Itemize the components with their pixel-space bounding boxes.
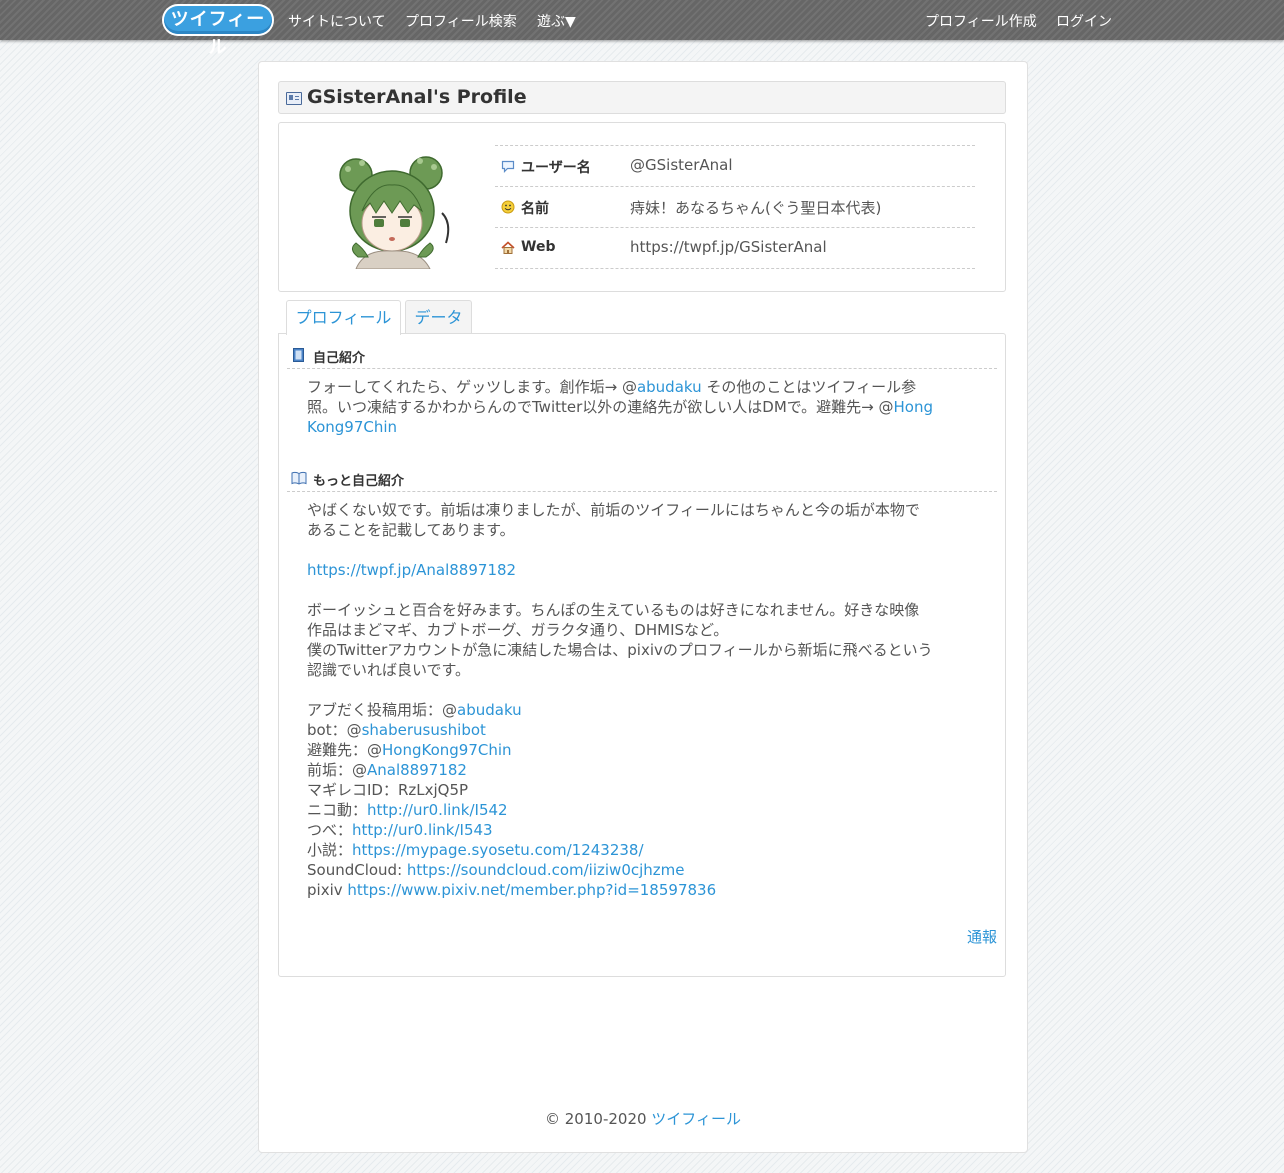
- text-line: 僕のTwitterアカウントが急に凍結した場合は、pixivのプロフィールから新…: [307, 640, 979, 660]
- inline-link[interactable]: https://mypage.syosetu.com/1243238/: [352, 841, 644, 859]
- top-navbar: ツイフィール サイトについて プロフィール検索 遊ぶ▼ プロフィール作成 ログイ…: [0, 0, 1284, 58]
- more-intro-heading: もっと自己紹介: [287, 465, 997, 492]
- intro-text: フォーしてくれたら、ゲッツします。創作垢→ @abudaku その他のことはツイ…: [307, 377, 979, 437]
- display-name: 痔妹！あなるちゃん(ぐう聖日本代表): [630, 199, 882, 217]
- tab-profile-label[interactable]: プロフィール: [296, 308, 392, 327]
- username-link[interactable]: @GSisterAnal: [630, 156, 733, 174]
- smiley-icon: [501, 200, 515, 214]
- text-segment: その他のことはツイフィール参: [701, 378, 917, 396]
- footer: © 2010-2020 ツイフィール: [259, 1108, 1027, 1129]
- footer-site-link[interactable]: ツイフィール: [651, 1110, 741, 1128]
- inline-link[interactable]: abudaku: [457, 701, 522, 719]
- inline-link[interactable]: shaberusushibot: [362, 721, 486, 739]
- text-line: [307, 580, 979, 600]
- inline-link[interactable]: Hong: [894, 398, 934, 416]
- text-line: 作品はまどマギ、カブトボーグ、ガラクタ通り、DHMISなど。: [307, 620, 979, 640]
- report-link[interactable]: 通報: [967, 926, 997, 947]
- inline-link[interactable]: abudaku: [637, 378, 702, 396]
- text-segment: フォーしてくれたら、ゲッツします。創作垢→ @: [307, 378, 637, 396]
- text-segment: つべ：: [307, 821, 353, 839]
- text-line: 認識でいれば良いです。: [307, 660, 979, 680]
- text-segment: マギレコID：RzLxjQ5P: [307, 781, 469, 799]
- text-line: [307, 540, 979, 560]
- text-line: SoundCloud: https://soundcloud.com/iiziw…: [307, 860, 979, 880]
- nav-play-dropdown[interactable]: 遊ぶ▼: [537, 11, 576, 31]
- text-segment: 避難先：@: [307, 741, 383, 759]
- more-intro-text: やばくない奴です。前垢は凍りましたが、前垢のツイフィールにはちゃんと今の垢が本物…: [307, 500, 979, 900]
- name-label: 名前: [521, 201, 549, 217]
- open-book-icon: [291, 471, 307, 485]
- text-segment: 認識でいれば良いです。: [307, 661, 471, 679]
- inline-link[interactable]: https://www.pixiv.net/member.php?id=1859…: [347, 881, 716, 899]
- inline-link[interactable]: https://soundcloud.com/iiziw0cjhzme: [407, 861, 685, 879]
- text-line: やばくない奴です。前垢は凍りましたが、前垢のツイフィールにはちゃんと今の垢が本物…: [307, 500, 979, 520]
- page-title: GSisterAnal's Profile: [307, 86, 527, 108]
- text-segment: 前垢：@: [307, 761, 368, 779]
- text-segment: アブだく投稿用垢：@: [307, 701, 458, 719]
- text-line: Kong97Chin: [307, 417, 979, 437]
- tab-profile[interactable]: プロフィール: [286, 300, 401, 335]
- text-line: フォーしてくれたら、ゲッツします。創作垢→ @abudaku その他のことはツイ…: [307, 377, 979, 397]
- nav-about-link[interactable]: サイトについて: [288, 11, 386, 31]
- profile-card-icon: [286, 92, 302, 105]
- text-line: 小説：https://mypage.syosetu.com/1243238/: [307, 840, 979, 860]
- intro-title: 自己紹介: [313, 351, 366, 366]
- speech-bubble-icon: [501, 160, 515, 173]
- inline-link[interactable]: Anal8897182: [367, 761, 467, 779]
- info-row-web: Web https://twpf.jp/GSisterAnal: [495, 228, 975, 269]
- inline-link[interactable]: HongKong97Chin: [382, 741, 512, 759]
- text-line: 照。いつ凍結するかわからんのでTwitter以外の連絡先が欲しい人はDMで。避難…: [307, 397, 979, 417]
- nav-search-link[interactable]: プロフィール検索: [405, 11, 517, 31]
- text-segment: あることを記載してあります。: [307, 521, 515, 539]
- info-row-name: 名前 痔妹！あなるちゃん(ぐう聖日本代表): [495, 187, 975, 228]
- text-segment: 小説：: [307, 841, 353, 859]
- text-line: ボーイッシュと百合を好みます。ちんぽの生えているものは好きになれません。好きな映…: [307, 600, 979, 620]
- text-segment: bot：@: [307, 721, 362, 739]
- nav-create-profile-link[interactable]: プロフィール作成: [925, 11, 1037, 31]
- username-label: ユーザー名: [521, 160, 591, 176]
- text-line: https://twpf.jp/Anal8897182: [307, 560, 979, 580]
- text-segment: ボーイッシュと百合を好みます。ちんぽの生えているものは好きになれません。好きな映…: [307, 601, 920, 619]
- profile-summary: ユーザー名 @GSisterAnal 名前 痔妹！あなるちゃん(ぐう聖日本代表): [278, 122, 1006, 292]
- web-label: Web: [521, 239, 556, 255]
- inline-link[interactable]: http://ur0.link/I543: [352, 821, 493, 839]
- text-line: ニコ動：http://ur0.link/I542: [307, 800, 979, 820]
- profile-info-table: ユーザー名 @GSisterAnal 名前 痔妹！あなるちゃん(ぐう聖日本代表): [495, 145, 975, 269]
- info-row-username: ユーザー名 @GSisterAnal: [495, 146, 975, 187]
- text-line: [307, 680, 979, 700]
- intro-heading: 自己紹介: [287, 342, 997, 369]
- notebook-icon: [293, 348, 304, 362]
- text-segment: ニコ動：: [307, 801, 368, 819]
- nav-login-link[interactable]: ログイン: [1056, 11, 1112, 31]
- text-segment: SoundCloud:: [307, 861, 407, 879]
- web-link[interactable]: https://twpf.jp/GSisterAnal: [630, 238, 827, 256]
- text-line: アブだく投稿用垢：@abudaku: [307, 700, 979, 720]
- site-logo[interactable]: ツイフィール: [164, 6, 272, 58]
- page-title-bar: GSisterAnal's Profile: [278, 81, 1006, 114]
- inline-link[interactable]: https://twpf.jp/Anal8897182: [307, 561, 516, 579]
- home-icon: [501, 241, 515, 254]
- text-line: bot：@shaberusushibot: [307, 720, 979, 740]
- text-segment: やばくない奴です。前垢は凍りましたが、前垢のツイフィールにはちゃんと今の垢が本物…: [307, 501, 920, 519]
- text-segment: 照。いつ凍結するかわからんのでTwitter以外の連絡先が欲しい人はDMで。避難…: [307, 398, 894, 416]
- copyright-text: © 2010-2020: [545, 1110, 652, 1128]
- text-line: あることを記載してあります。: [307, 520, 979, 540]
- more-intro-title: もっと自己紹介: [313, 474, 405, 489]
- text-segment: 作品はまどマギ、カブトボーグ、ガラクタ通り、DHMISなど。: [307, 621, 729, 639]
- text-line: pixiv https://www.pixiv.net/member.php?i…: [307, 880, 979, 900]
- profile-panel: 自己紹介 フォーしてくれたら、ゲッツします。創作垢→ @abudaku その他の…: [278, 333, 1006, 977]
- main-container: GSisterAnal's Profile ユーザー名 @GSisterAnal…: [258, 61, 1028, 1153]
- tab-data-label[interactable]: データ: [414, 308, 462, 327]
- text-line: 避難先：@HongKong97Chin: [307, 740, 979, 760]
- inline-link[interactable]: Kong97Chin: [307, 418, 397, 436]
- inline-link[interactable]: http://ur0.link/I542: [367, 801, 508, 819]
- text-segment: pixiv: [307, 881, 348, 899]
- text-segment: 僕のTwitterアカウントが急に凍結した場合は、pixivのプロフィールから新…: [307, 641, 933, 659]
- text-line: 前垢：@Anal8897182: [307, 760, 979, 780]
- text-line: つべ：http://ur0.link/I543: [307, 820, 979, 840]
- text-line: マギレコID：RzLxjQ5P: [307, 780, 979, 800]
- tab-data[interactable]: データ: [405, 300, 472, 334]
- avatar[interactable]: [334, 153, 452, 269]
